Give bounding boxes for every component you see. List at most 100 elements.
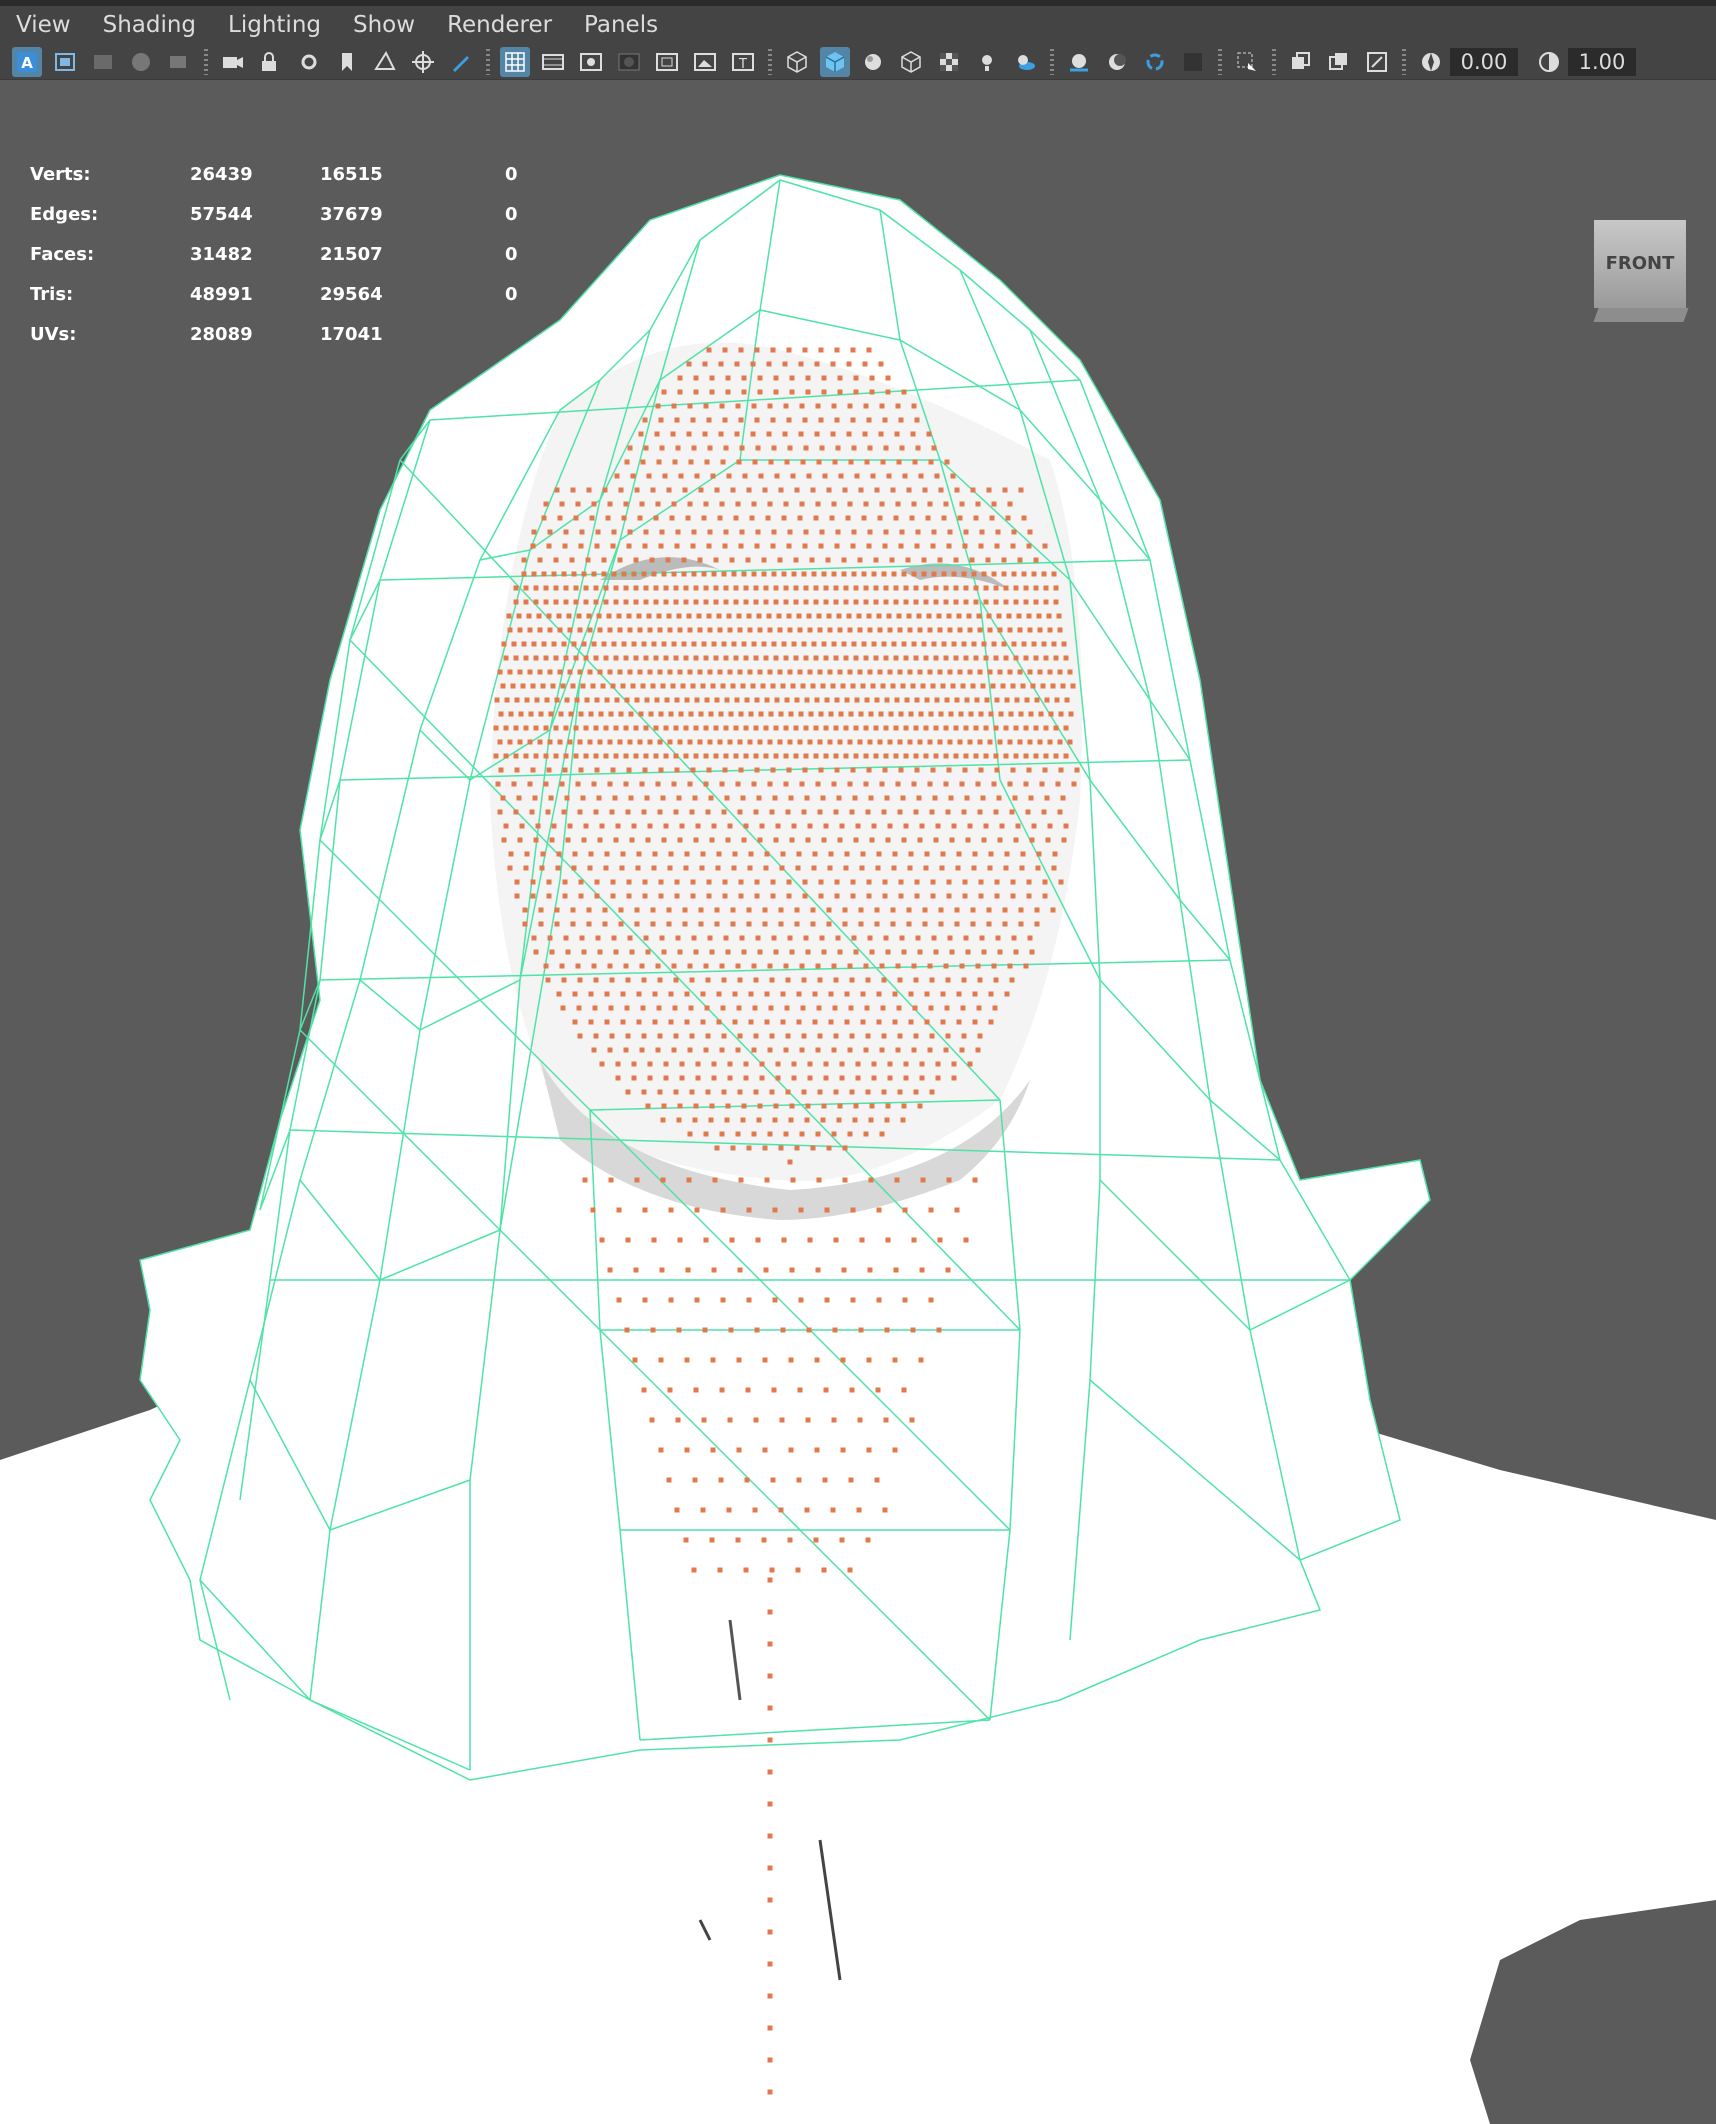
vertex-dot xyxy=(631,641,637,647)
vertex-dot xyxy=(994,879,1000,885)
film-gate-icon[interactable] xyxy=(538,47,568,77)
backface-culling-icon[interactable] xyxy=(1362,47,1392,77)
vertex-dot xyxy=(1033,557,1039,563)
vertex-dot xyxy=(971,571,977,577)
vertex-dot xyxy=(989,515,995,521)
motion-blur-icon[interactable] xyxy=(1102,47,1132,77)
vertex-dot xyxy=(543,725,549,731)
3d-viewport[interactable]: Verts: 26439 16515 0 Edges: 57544 37679 0 Face… xyxy=(0,80,1716,2124)
textured-icon[interactable] xyxy=(934,47,964,77)
vertex-dot xyxy=(643,585,649,591)
hud-row-faces: Faces: 31482 21507 0 xyxy=(30,244,518,265)
vertex-dot xyxy=(690,543,696,549)
vertex-dot xyxy=(668,1207,674,1213)
default-material-icon[interactable] xyxy=(858,47,888,77)
vertex-dot xyxy=(1042,543,1048,549)
vertex-dot xyxy=(713,725,719,731)
shadows-icon[interactable] xyxy=(1010,47,1040,77)
vertex-dot xyxy=(883,585,889,591)
image-plane-icon[interactable] xyxy=(126,47,156,77)
vertex-dot xyxy=(976,1005,982,1011)
vertex-dot xyxy=(751,571,757,577)
shaded-wire-icon[interactable] xyxy=(896,47,926,77)
vertex-dot xyxy=(788,795,794,801)
vertex-dot xyxy=(537,557,543,563)
vertex-dot xyxy=(690,767,696,773)
view-cube-bottom-edge[interactable] xyxy=(1593,308,1689,322)
vertex-dot xyxy=(961,977,967,983)
gamma-field[interactable]: 1.00 xyxy=(1568,47,1636,76)
vertex-dot xyxy=(625,1033,631,1039)
field-chart-icon[interactable] xyxy=(652,47,682,77)
lock-camera-icon[interactable] xyxy=(256,47,286,77)
vertex-dot xyxy=(868,795,874,801)
vertex-dot xyxy=(660,1117,666,1123)
vertex-dot xyxy=(786,893,792,899)
vertex-dot xyxy=(931,529,937,535)
vertex-dot xyxy=(767,403,773,409)
vertex-dot xyxy=(537,627,543,633)
pan-zoom-icon[interactable] xyxy=(408,47,438,77)
vertex-dot xyxy=(1013,725,1019,731)
vertex-dot xyxy=(917,669,923,675)
image-plane-tool-icon[interactable] xyxy=(370,47,400,77)
vertex-dot xyxy=(927,669,933,675)
view-cube-front-face[interactable]: FRONT xyxy=(1594,220,1686,308)
bookmark-flag-icon[interactable] xyxy=(332,47,362,77)
vertex-dot xyxy=(674,697,680,703)
2d-pan-zoom-icon[interactable] xyxy=(164,47,194,77)
grid-icon[interactable] xyxy=(500,46,530,77)
anti-aliasing-icon[interactable] xyxy=(1140,47,1170,77)
vertex-dot xyxy=(768,1005,774,1011)
exposure-icon[interactable] xyxy=(1416,47,1446,77)
screen-space-ao-icon[interactable] xyxy=(1064,47,1094,77)
vertex-dot xyxy=(562,543,568,549)
menu-renderer[interactable]: Renderer xyxy=(431,3,568,47)
vertex-dot xyxy=(850,879,856,885)
vertex-dot xyxy=(650,1327,656,1333)
vertex-dot xyxy=(938,907,944,913)
safe-action-icon[interactable] xyxy=(690,47,720,77)
vertex-dot xyxy=(646,613,652,619)
vertex-dot xyxy=(681,557,687,563)
wireframe-icon[interactable] xyxy=(782,47,812,77)
isolate-select-icon[interactable] xyxy=(1232,47,1262,77)
vertex-dot xyxy=(671,403,677,409)
gate-mask-icon[interactable] xyxy=(614,47,644,77)
vertex-dot xyxy=(712,1177,718,1183)
xray-icon[interactable] xyxy=(1286,47,1316,77)
smooth-shade-icon[interactable] xyxy=(820,46,850,77)
bookmark-icon[interactable] xyxy=(88,47,118,77)
vertex-dot xyxy=(746,1297,752,1303)
vertex-dot xyxy=(559,501,565,507)
select-camera-icon[interactable]: A xyxy=(12,46,42,77)
depth-of-field-icon[interactable] xyxy=(1178,47,1208,77)
vertex-dot xyxy=(806,1327,812,1333)
vertex-dot xyxy=(819,935,825,941)
vertex-dot xyxy=(1074,767,1080,773)
vertex-dot xyxy=(988,1019,994,1025)
vertex-dot xyxy=(689,977,695,983)
exposure-field[interactable]: 0.00 xyxy=(1450,47,1518,76)
menu-show[interactable]: Show xyxy=(337,3,431,47)
grease-pencil-icon[interactable] xyxy=(446,47,476,77)
menu-view[interactable]: View xyxy=(0,3,87,47)
vertex-dot xyxy=(684,1357,690,1363)
vertex-dot xyxy=(828,991,834,997)
use-all-lights-icon[interactable] xyxy=(972,47,1002,77)
camera-icon[interactable] xyxy=(218,47,248,77)
xray-joints-icon[interactable] xyxy=(1324,47,1354,77)
menu-shading[interactable]: Shading xyxy=(87,3,212,47)
view-cube[interactable]: FRONT xyxy=(1588,216,1692,336)
safe-title-icon[interactable]: T xyxy=(728,47,758,77)
menu-panels[interactable]: Panels xyxy=(568,3,674,47)
vertex-dot xyxy=(517,837,523,843)
vertex-dot xyxy=(730,1145,736,1151)
vertex-dot xyxy=(865,1537,871,1543)
vertex-dot xyxy=(1025,809,1031,815)
menu-lighting[interactable]: Lighting xyxy=(212,3,337,47)
camera-attributes-icon[interactable] xyxy=(50,47,80,77)
gamma-icon[interactable] xyxy=(1534,47,1564,77)
camera-attributes-gear-icon[interactable] xyxy=(294,47,324,77)
resolution-gate-icon[interactable] xyxy=(576,47,606,77)
